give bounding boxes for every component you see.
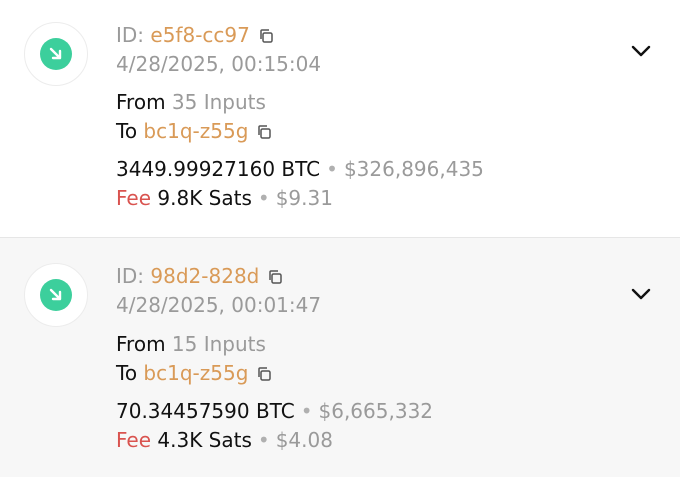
separator-dot: • [326, 157, 338, 181]
from-inputs[interactable]: 15 Inputs [172, 332, 266, 356]
tx-timestamp: 4/28/2025, 00:01:47 [116, 293, 322, 317]
copy-icon[interactable] [258, 24, 274, 50]
from-label: From [116, 90, 166, 114]
tx-id-link[interactable]: e5f8-cc97 [150, 23, 249, 47]
transaction-card: ID: e5f8-cc97 4/28/2025, 00:15:04 From 3… [0, 0, 680, 238]
amount-usd: $326,896,435 [343, 157, 484, 181]
from-label: From [116, 332, 166, 356]
tx-id-link[interactable]: 98d2-828d [150, 264, 259, 288]
amount-btc: 70.34457590 BTC [116, 399, 295, 423]
direction-badge [24, 22, 88, 86]
tx-id-row: ID: e5f8-cc97 [116, 22, 274, 50]
fee-sats: 9.8K Sats [157, 186, 252, 210]
amount-btc: 3449.99927160 BTC [116, 157, 321, 181]
tx-id-label: ID: [116, 23, 145, 47]
to-row: To bc1q-z55g [116, 118, 272, 146]
copy-icon[interactable] [256, 362, 272, 388]
to-label: To [116, 119, 138, 143]
fee-usd: $4.08 [275, 428, 333, 452]
amount-usd: $6,665,332 [318, 399, 434, 423]
chevron-down-icon [631, 288, 651, 300]
tx-timestamp: 4/28/2025, 00:15:04 [116, 52, 322, 76]
fee-label: Fee [116, 428, 152, 452]
to-address-link[interactable]: bc1q-z55g [143, 361, 248, 385]
separator-dot: • [257, 428, 270, 452]
incoming-arrow-icon [40, 38, 72, 70]
chevron-down-icon [631, 45, 651, 57]
fee-usd: $9.31 [275, 186, 333, 210]
from-inputs[interactable]: 35 Inputs [172, 90, 266, 114]
direction-badge [24, 263, 88, 327]
fee-row: Fee 4.3K Sats • $4.08 [116, 427, 333, 453]
transaction-card: ID: 98d2-828d 4/28/2025, 00:01:47 From 1… [0, 238, 680, 477]
separator-dot: • [257, 186, 270, 210]
copy-icon[interactable] [267, 265, 283, 291]
fee-sats: 4.3K Sats [157, 428, 252, 452]
to-address-link[interactable]: bc1q-z55g [143, 119, 248, 143]
to-label: To [116, 361, 138, 385]
expand-chevron-button[interactable] [626, 279, 656, 309]
expand-chevron-button[interactable] [626, 36, 656, 66]
amount-row: 3449.99927160 BTC • $326,896,435 [116, 156, 484, 182]
to-row: To bc1q-z55g [116, 360, 272, 388]
fee-row: Fee 9.8K Sats • $9.31 [116, 185, 333, 211]
from-row: From 35 Inputs [116, 89, 266, 115]
copy-icon[interactable] [256, 120, 272, 146]
fee-label: Fee [116, 186, 152, 210]
separator-dot: • [300, 399, 313, 423]
from-row: From 15 Inputs [116, 331, 266, 357]
tx-id-row: ID: 98d2-828d [116, 263, 283, 291]
incoming-arrow-icon [40, 279, 72, 311]
tx-id-label: ID: [116, 264, 145, 288]
amount-row: 70.34457590 BTC • $6,665,332 [116, 398, 433, 424]
